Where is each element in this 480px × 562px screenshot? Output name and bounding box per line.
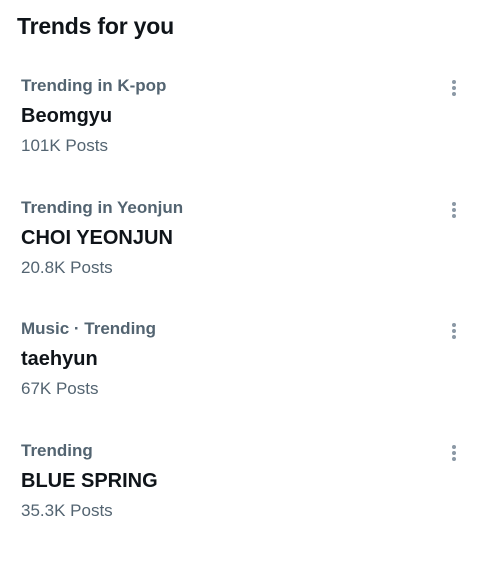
trend-item[interactable]: Music · Trending taehyun 67K Posts [0, 319, 480, 440]
panel-title: Trends for you [17, 13, 174, 39]
trends-panel: Trends for you Trending in K-pop Beomgyu… [0, 0, 480, 558]
trend-post-count: 67K Posts [21, 379, 99, 398]
trend-more-button[interactable] [442, 441, 466, 465]
trend-item[interactable]: Trending in K-pop Beomgyu 101K Posts [0, 76, 480, 197]
trend-item[interactable]: Trending in Yeonjun CHOI YEONJUN 20.8K P… [0, 198, 480, 319]
trend-name: taehyun [21, 348, 98, 370]
trend-context: Music · Trending [21, 319, 157, 338]
trend-post-count: 35.3K Posts [21, 501, 113, 520]
trend-item[interactable]: Trending BLUE SPRING 35.3K Posts [0, 441, 480, 562]
trend-context: Trending in Yeonjun [21, 198, 184, 217]
trend-post-count: 20.8K Posts [21, 258, 113, 277]
more-vertical-icon [451, 444, 457, 462]
trend-name: BLUE SPRING [21, 470, 158, 492]
trend-name: Beomgyu [21, 105, 113, 127]
trend-more-button[interactable] [442, 198, 466, 222]
trend-more-button[interactable] [442, 76, 466, 100]
trend-name: CHOI YEONJUN [21, 227, 173, 249]
trend-more-button[interactable] [442, 319, 466, 343]
more-vertical-icon [451, 79, 457, 97]
trend-context: Trending in K-pop [21, 76, 167, 95]
more-vertical-icon [451, 201, 457, 219]
trend-post-count: 101K Posts [21, 136, 108, 155]
trend-context: Trending [21, 441, 93, 460]
more-vertical-icon [451, 322, 457, 340]
